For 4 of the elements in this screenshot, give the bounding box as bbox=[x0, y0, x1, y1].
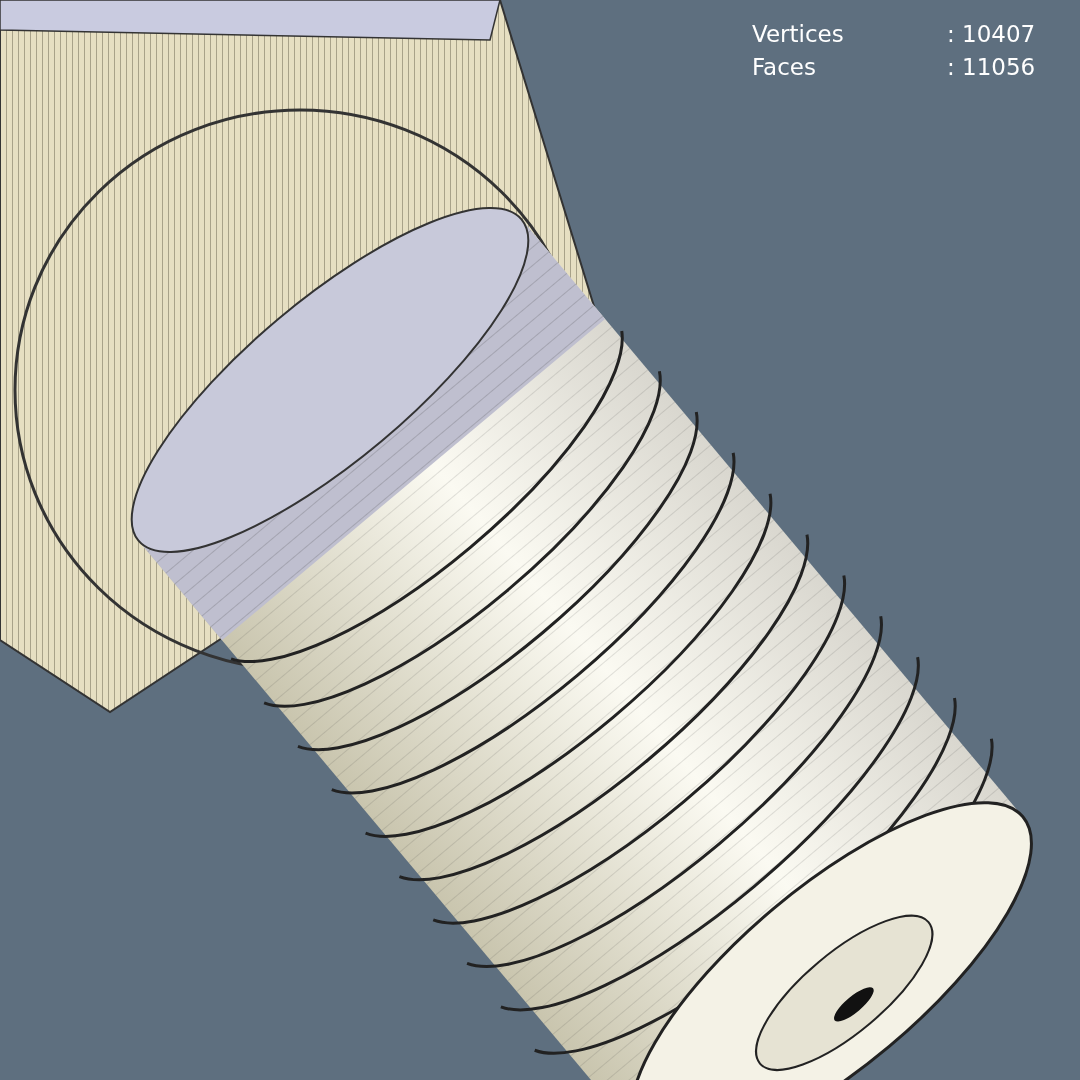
stat-value: : 11056 bbox=[947, 53, 1036, 82]
stat-label: Vertices bbox=[752, 20, 845, 49]
stat-label: Faces bbox=[752, 53, 817, 82]
stat-value: : 10407 bbox=[947, 20, 1036, 49]
